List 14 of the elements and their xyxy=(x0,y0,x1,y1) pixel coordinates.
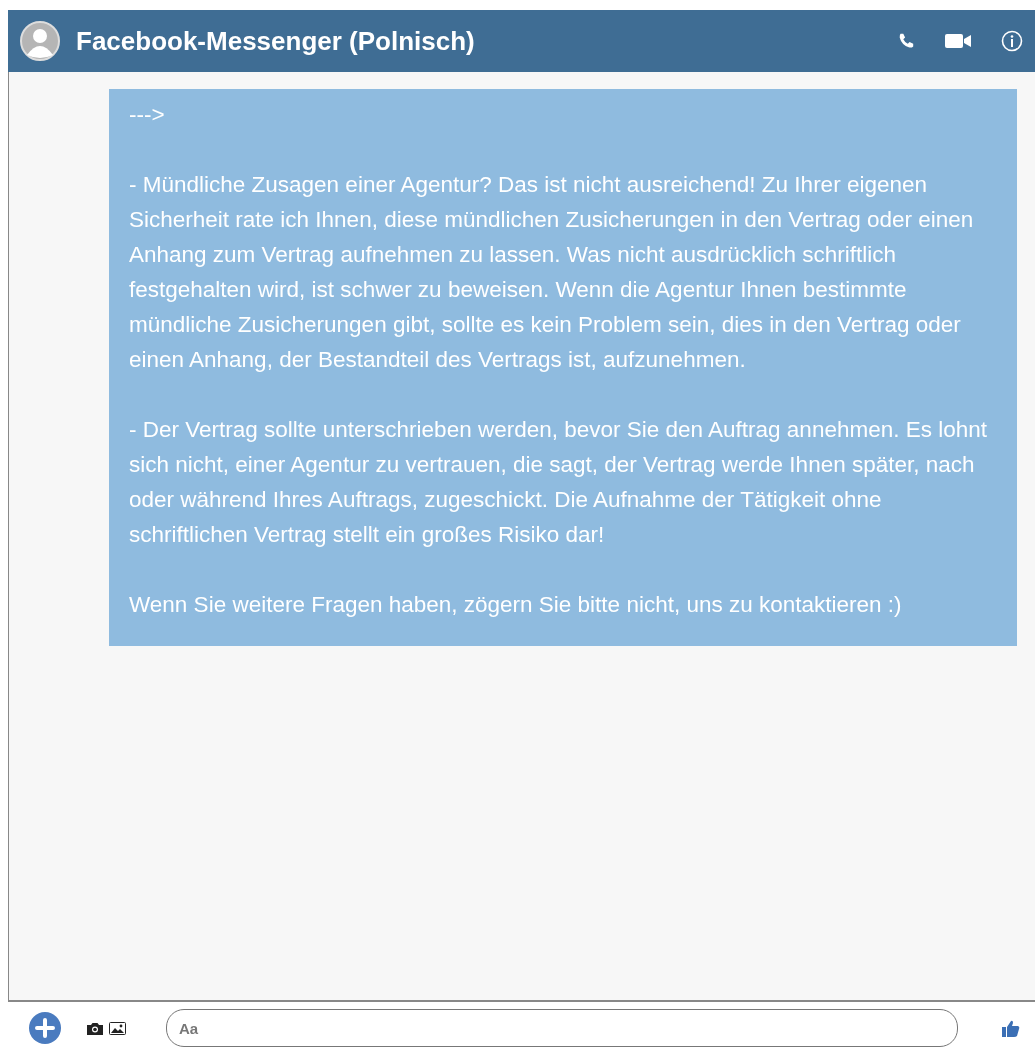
camera-icon[interactable] xyxy=(87,1021,103,1035)
phone-icon[interactable] xyxy=(897,32,915,50)
window-title: Facebook-Messenger (Polnisch) xyxy=(76,25,475,57)
image-icon[interactable] xyxy=(109,1021,126,1035)
video-camera-icon[interactable] xyxy=(945,33,971,49)
avatar-icon xyxy=(20,21,60,61)
plus-icon[interactable] xyxy=(29,1012,61,1044)
message-text: - Mündliche Zusagen einer Agentur? Das ist nicht ausreichend! Zu Ihrer eigenen Sicherheit rate ich Ihnen, diese mündlichen Zusicherungen in den Vertrag oder einen Anhang zum Vertrag aufnehmen zu lassen. Was nicht ausdrücklich schriftlich festgehalten wird, ist schwer zu beweisen. Wenn die Agentur Ihnen bestimmte mündliche Zusicherungen gibt, sollte es kein Problem sein, dies in den Vertrag oder einen Anhang, der Bestandteil des Vertrags ist, aufzunehmen. xyxy=(129,171,975,374)
message-text: ---> xyxy=(129,101,166,129)
message-input[interactable]: Aa xyxy=(166,1009,958,1047)
message-text: - Der Vertrag sollte unterschrieben werden, bevor Sie den Auftrag annehmen. Es lohnt sich nicht, einer Agentur zu vertrauen, die sagt, der Vertrag werde Ihnen später, nach oder während Ihres Auftrags, zugeschickt. Die Aufnahme der Tätigkeit ohne schriftlichen Vertrag stellt ein großes Risiko dar! xyxy=(129,416,988,549)
thumbs-up-icon[interactable] xyxy=(1002,1019,1020,1037)
info-icon[interactable] xyxy=(1001,30,1023,52)
message-text: Wenn Sie weitere Fragen haben, zögern Sie bitte nicht, uns zu kontaktieren :) xyxy=(129,591,903,619)
